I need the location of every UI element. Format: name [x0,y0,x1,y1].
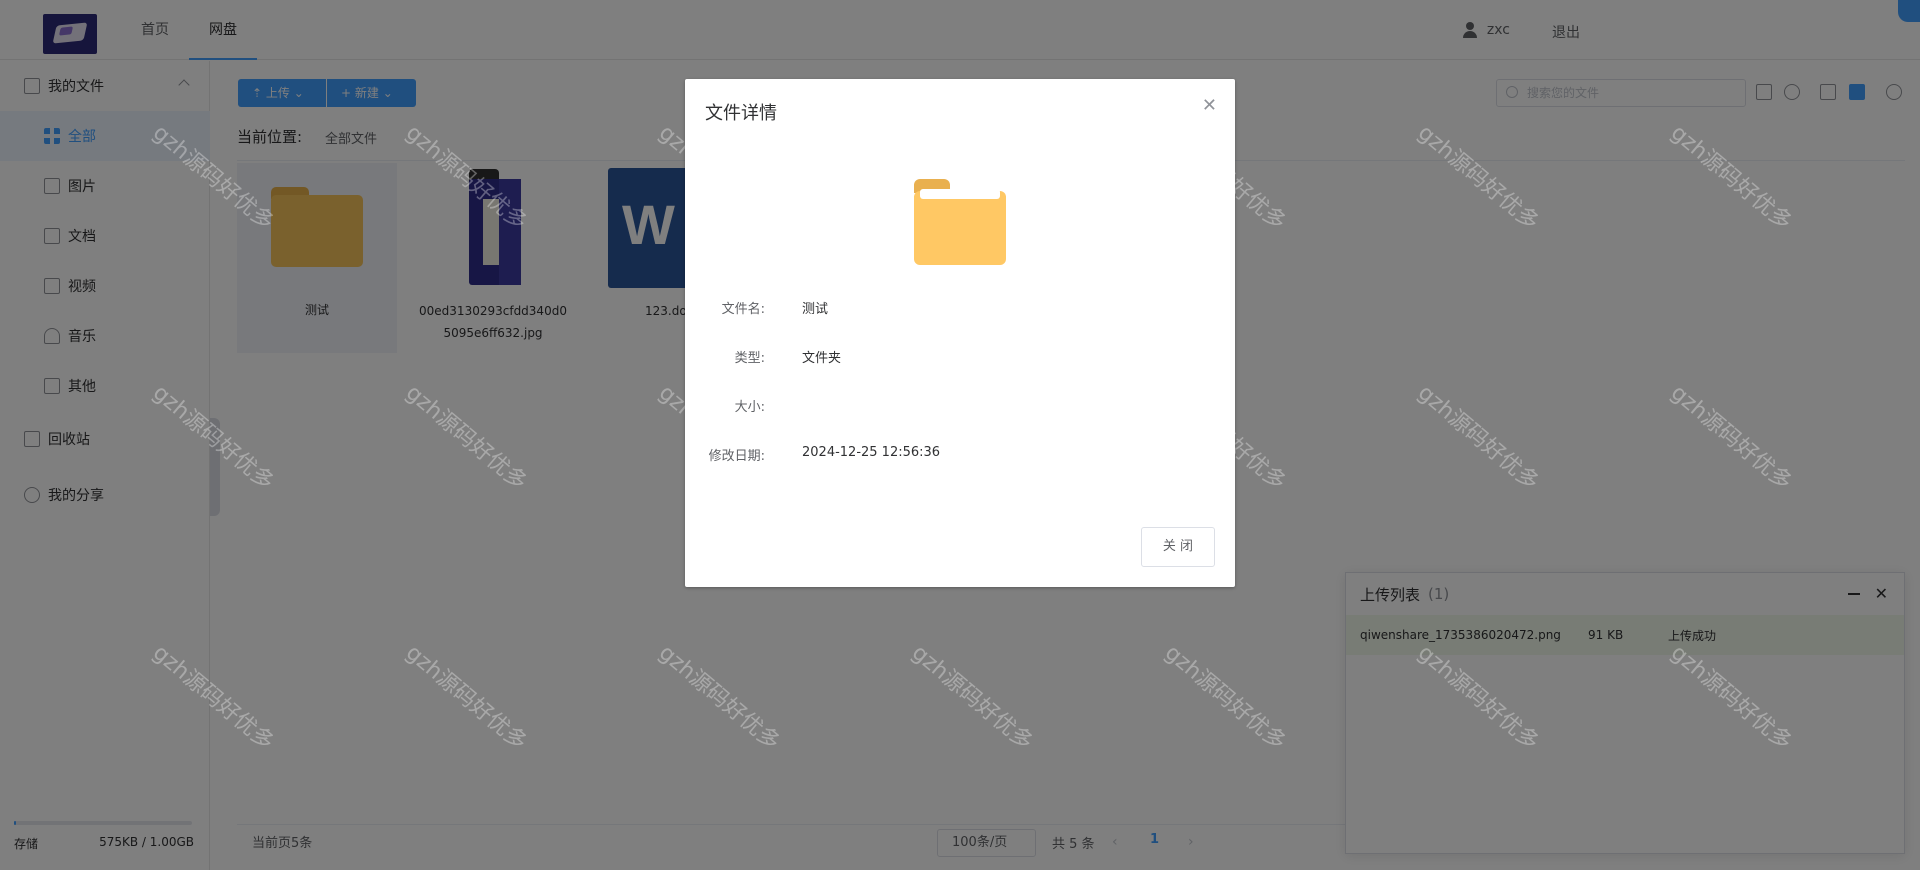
detail-value: 文件夹 [802,351,842,366]
file-detail-dialog: 文件详情 ✕ 文件名: 测试 类型: 文件夹 大小: 修改日期: 2024-12… [685,79,1235,587]
detail-row-name: 文件名: 测试 [685,298,1235,318]
detail-value: 2024-12-25 12:56:36 [802,445,941,460]
detail-row-type: 类型: 文件夹 [685,347,1235,367]
detail-row-modified: 修改日期: 2024-12-25 12:56:36 [685,445,1235,465]
folder-icon [914,179,1006,265]
close-icon[interactable]: ✕ [1202,95,1217,116]
close-button[interactable]: 关 闭 [1141,527,1215,567]
dialog-title: 文件详情 [705,103,777,124]
detail-label: 类型: [734,351,765,366]
detail-row-size: 大小: [685,396,1235,416]
detail-label: 大小: [734,400,765,415]
detail-label: 文件名: [721,302,765,317]
detail-value: 测试 [802,302,829,317]
detail-label: 修改日期: [708,449,765,464]
